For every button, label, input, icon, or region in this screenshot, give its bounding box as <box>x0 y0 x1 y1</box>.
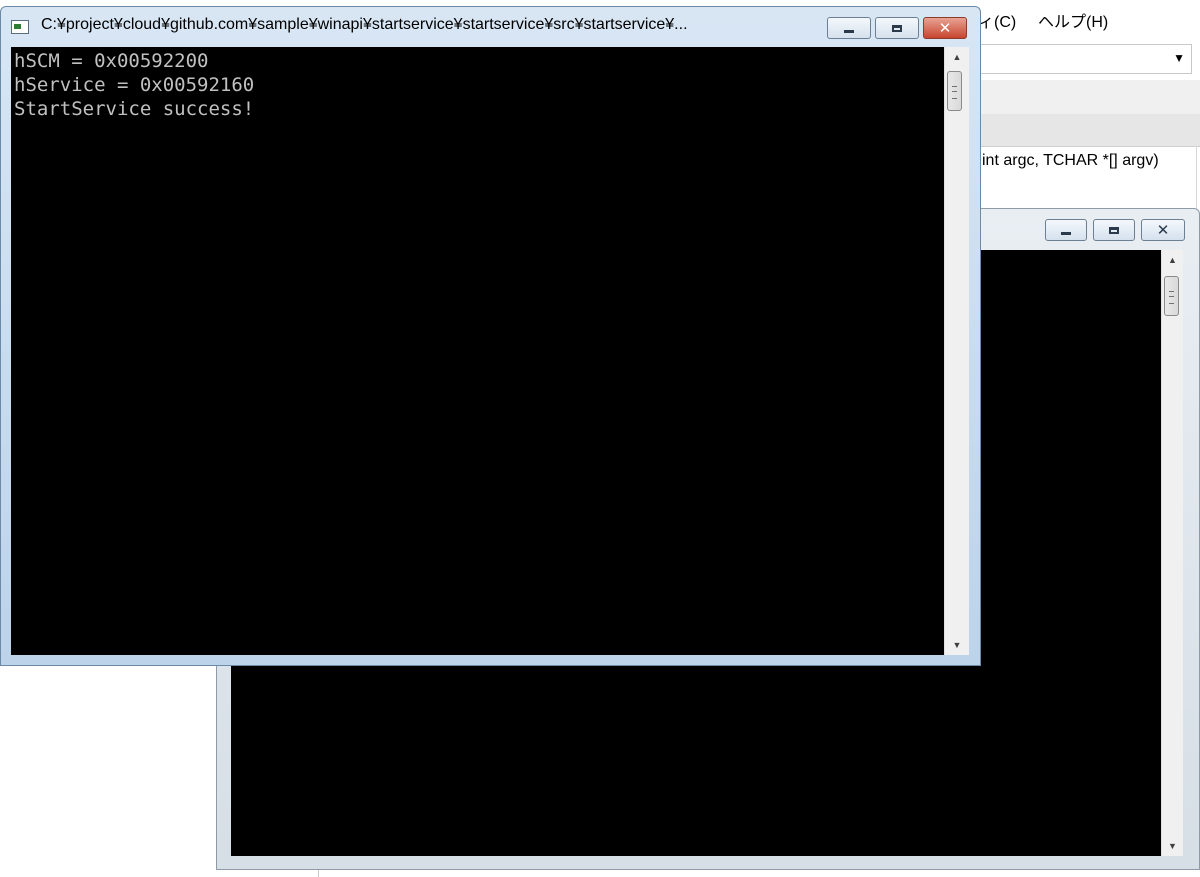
ide-function-combo[interactable]: ▼ <box>975 44 1192 74</box>
vertical-scrollbar[interactable]: ▲ ▼ <box>944 47 969 655</box>
menu-item-help[interactable]: ヘルプ(H) <box>1038 8 1108 32</box>
minimize-button[interactable] <box>1045 219 1087 241</box>
grip-icon <box>952 86 957 99</box>
scroll-down-button[interactable]: ▼ <box>945 635 969 655</box>
close-button[interactable]: ✕ <box>923 17 967 39</box>
grip-icon <box>1169 291 1174 304</box>
chevron-down-icon[interactable]: ▼ <box>1173 51 1185 65</box>
minimize-icon <box>844 29 854 33</box>
scroll-down-button[interactable]: ▼ <box>1162 836 1183 856</box>
titlebar[interactable]: C:¥project¥cloud¥github.com¥sample¥winap… <box>1 7 980 39</box>
menu-item-c[interactable]: ィ(C) <box>978 8 1016 32</box>
minimize-button[interactable] <box>827 17 871 39</box>
close-icon: ✕ <box>1156 221 1170 239</box>
scroll-up-button[interactable]: ▲ <box>1162 250 1183 270</box>
maximize-icon <box>1109 226 1119 234</box>
ide-toolbar-strip <box>975 80 1200 115</box>
minimize-icon <box>1061 231 1071 235</box>
vertical-scrollbar[interactable]: ▲ ▼ <box>1161 250 1183 856</box>
console-line: StartService success! <box>14 98 255 120</box>
maximize-icon <box>892 24 902 32</box>
console-app-icon <box>11 20 29 34</box>
close-button[interactable]: ✕ <box>1141 219 1185 241</box>
maximize-button[interactable] <box>875 17 919 39</box>
window-title: C:¥project¥cloud¥github.com¥sample¥winap… <box>41 16 688 33</box>
console-output-area[interactable]: hSCM = 0x00592200 hService = 0x00592160 … <box>11 47 944 655</box>
console-line: hSCM = 0x00592200 <box>14 50 209 72</box>
console-window-front[interactable]: C:¥project¥cloud¥github.com¥sample¥winap… <box>0 6 981 666</box>
ide-tab-strip <box>975 114 1200 147</box>
scroll-thumb[interactable] <box>947 71 962 111</box>
maximize-button[interactable] <box>1093 219 1135 241</box>
close-icon: ✕ <box>938 19 952 37</box>
console-line: hService = 0x00592160 <box>14 74 255 96</box>
ide-code-line: int argc, TCHAR *[] argv) <box>982 152 1159 169</box>
scroll-up-button[interactable]: ▲ <box>945 47 969 67</box>
scroll-thumb[interactable] <box>1164 276 1179 316</box>
